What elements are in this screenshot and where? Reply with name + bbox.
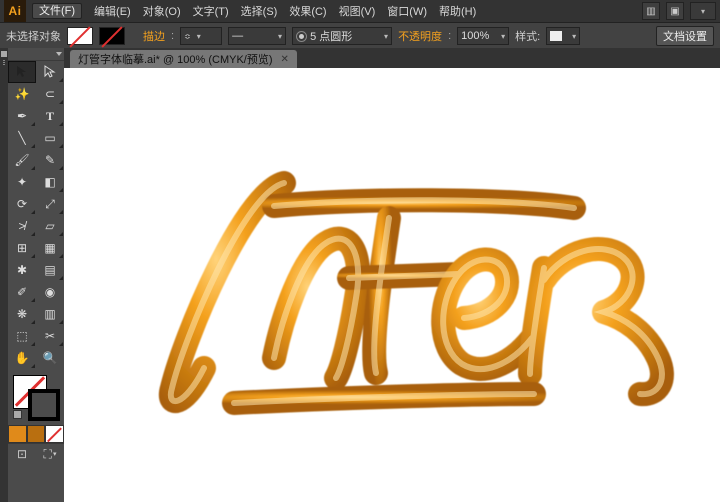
color-mode-solid[interactable]: [8, 425, 27, 443]
color-mode-gradient[interactable]: [27, 425, 46, 443]
tool-slice[interactable]: ✂: [36, 325, 64, 347]
screen-mode-icon[interactable]: ⛶▾: [36, 444, 64, 464]
tool-width[interactable]: ≯: [8, 215, 36, 237]
tool-perspective-grid[interactable]: ▦: [36, 237, 64, 259]
menu-view[interactable]: 视图(V): [333, 3, 382, 19]
tool-magic-wand[interactable]: ✨: [8, 83, 36, 105]
tool-free-transform[interactable]: ▱: [36, 215, 64, 237]
tool-pencil[interactable]: ✎: [36, 149, 64, 171]
tool-column-graph[interactable]: ▥: [36, 303, 64, 325]
menu-type[interactable]: 文字(T): [187, 3, 235, 19]
canvas-artwork: [64, 68, 720, 502]
menu-bar: Ai 文件(F) 编辑(E) 对象(O) 文字(T) 选择(S) 效果(C) 视…: [0, 0, 720, 23]
toolbox-panel: ✨ ⊂ ✒ T ╲ ▭ 🖌 ✎ ✦ ◧ ⟳ ⤢ ≯ ▱ ⊞ ▦ ✱ ▤ ✐ ◉ …: [8, 48, 65, 502]
var-width-profile[interactable]: —▾: [228, 27, 286, 45]
tool-eyedropper[interactable]: ✐: [8, 281, 36, 303]
opacity-label[interactable]: 不透明度: [398, 28, 442, 44]
tool-scale[interactable]: ⤢: [36, 193, 64, 215]
tool-eraser[interactable]: ◧: [36, 171, 64, 193]
color-mode-none[interactable]: [45, 425, 64, 443]
doc-settings-button[interactable]: 文档设置: [656, 26, 714, 46]
workspace-dropdown[interactable]: ▾: [690, 2, 716, 20]
style-label: 样式:: [515, 28, 540, 44]
radio-icon: [296, 31, 307, 42]
tool-shape-builder[interactable]: ⊞: [8, 237, 36, 259]
stroke-color[interactable]: [28, 389, 60, 421]
tool-shape[interactable]: ▭: [36, 127, 64, 149]
brush-def-dropdown[interactable]: 5 点圆形 ▾: [292, 27, 392, 45]
opacity-dropdown[interactable]: 100% ▾: [457, 27, 509, 45]
style-dropdown[interactable]: ▾: [546, 27, 580, 45]
brush-value: 5 点圆形: [310, 28, 352, 44]
stroke-weight-dropdown[interactable]: ≎▾: [180, 27, 222, 45]
tool-gradient[interactable]: ▤: [36, 259, 64, 281]
stroke-label[interactable]: 描边: [143, 28, 165, 44]
swap-default-toggles[interactable]: [13, 410, 22, 419]
tool-type[interactable]: T: [36, 105, 64, 127]
tool-rotate[interactable]: ⟳: [8, 193, 36, 215]
layout2-icon[interactable]: ▣: [666, 2, 684, 20]
color-control: [8, 371, 64, 425]
tab-title: 灯管字体临摹.ai* @ 100% (CMYK/预览): [78, 51, 273, 67]
tool-blob-brush[interactable]: ✦: [8, 171, 36, 193]
draw-screen-mode-row: ⊡ ⛶▾: [8, 443, 64, 464]
document-tab[interactable]: 灯管字体临摹.ai* @ 100% (CMYK/预览) ✕: [70, 50, 297, 68]
document-tab-bar: 灯管字体临摹.ai* @ 100% (CMYK/预览) ✕: [64, 48, 720, 69]
tool-line[interactable]: ╲: [8, 127, 36, 149]
menu-window[interactable]: 窗口(W): [381, 3, 433, 19]
tool-lasso[interactable]: ⊂: [36, 83, 64, 105]
tool-pen[interactable]: ✒: [8, 105, 36, 127]
stroke-swatch[interactable]: [99, 27, 125, 45]
tool-mesh[interactable]: ✱: [8, 259, 36, 281]
tool-symbol-sprayer[interactable]: ❋: [8, 303, 36, 325]
tool-paintbrush[interactable]: 🖌: [8, 149, 36, 171]
opacity-value: 100%: [461, 30, 489, 42]
menu-effect[interactable]: 效果(C): [283, 3, 332, 19]
dock-toggle-icon[interactable]: [1, 51, 7, 57]
menu-file-button[interactable]: 文件(F): [32, 3, 82, 19]
menu-object[interactable]: 对象(O): [137, 3, 187, 19]
tool-selection[interactable]: [8, 61, 36, 83]
selection-status: 未选择对象: [6, 28, 61, 44]
control-bar: 未选择对象 描边 : ≎▾ —▾ 5 点圆形 ▾ 不透明度 : 100% ▾ 样…: [0, 23, 720, 50]
layout-icon[interactable]: ▥: [642, 2, 660, 20]
tab-close-icon[interactable]: ✕: [281, 54, 289, 65]
menu-edit[interactable]: 编辑(E): [88, 3, 137, 19]
tool-direct-selection[interactable]: [36, 61, 64, 83]
tool-artboard[interactable]: ⬚: [8, 325, 36, 347]
color-mode-row: [8, 425, 64, 443]
menu-help[interactable]: 帮助(H): [433, 3, 482, 19]
menu-select[interactable]: 选择(S): [235, 3, 284, 19]
tool-zoom[interactable]: 🔍: [36, 347, 64, 369]
canvas[interactable]: [64, 68, 720, 502]
app-logo: Ai: [4, 0, 26, 22]
tool-blend[interactable]: ◉: [36, 281, 64, 303]
draw-mode-icon[interactable]: ⊡: [8, 444, 36, 464]
tool-hand[interactable]: ✋: [8, 347, 36, 369]
dock-grip-icon: [3, 60, 5, 66]
collapse-icon: [56, 52, 62, 56]
toolbox-header[interactable]: [8, 48, 64, 61]
fill-swatch[interactable]: [67, 27, 93, 45]
